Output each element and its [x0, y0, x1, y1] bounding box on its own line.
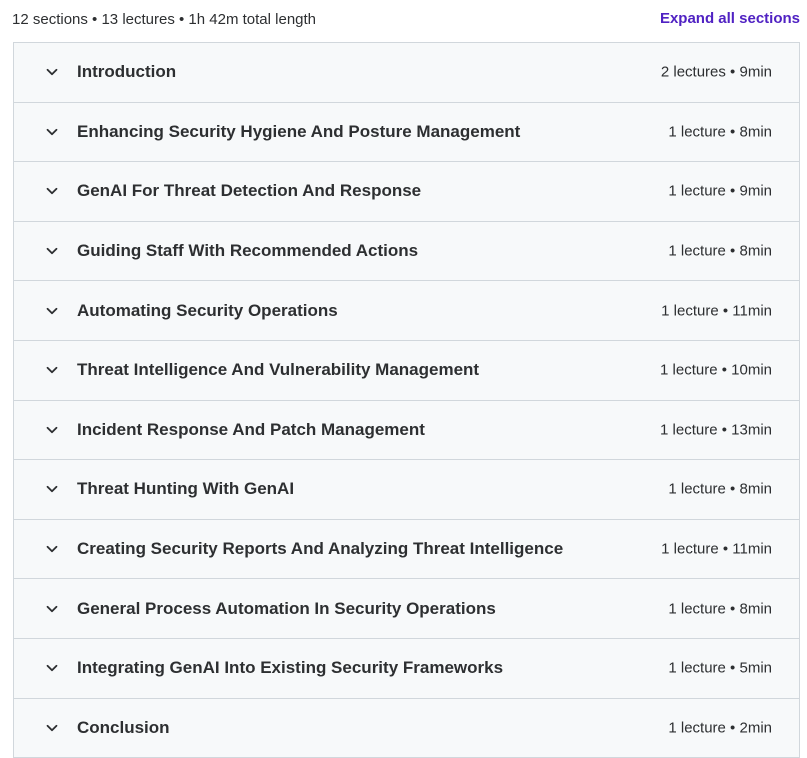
section-meta: 1 lecture • 9min	[668, 182, 772, 200]
chevron-down-icon	[45, 125, 59, 139]
chevron-down-icon	[45, 482, 59, 496]
section-meta: 1 lecture • 11min	[661, 540, 772, 558]
chevron-down-icon	[45, 423, 59, 437]
section-item[interactable]: Threat Hunting With GenAI 1 lecture • 8m…	[14, 460, 799, 520]
chevron-down-icon	[45, 721, 59, 735]
section-meta: 1 lecture • 8min	[668, 600, 772, 618]
curriculum-summary: 12 sections • 13 lectures • 1h 42m total…	[12, 11, 317, 28]
section-item[interactable]: Creating Security Reports And Analyzing …	[14, 519, 799, 580]
section-title: Threat Intelligence And Vulnerability Ma…	[77, 360, 480, 380]
section-meta: 1 lecture • 13min	[660, 421, 772, 439]
chevron-down-icon	[45, 661, 59, 675]
chevron-down-icon	[45, 542, 59, 556]
section-title: Conclusion	[77, 717, 170, 737]
section-title: Automating Security Operations	[77, 300, 338, 320]
section-item[interactable]: GenAI For Threat Detection And Response …	[14, 162, 799, 222]
section-meta: 1 lecture • 8min	[668, 480, 772, 498]
section-title: Creating Security Reports And Analyzing …	[77, 539, 564, 559]
section-title: Guiding Staff With Recommended Actions	[77, 241, 419, 261]
curriculum-header: 12 sections • 13 lectures • 1h 42m total…	[0, 0, 807, 42]
section-title: Integrating GenAI Into Existing Security…	[77, 658, 504, 678]
section-title: GenAI For Threat Detection And Response	[77, 181, 422, 201]
section-meta: 1 lecture • 8min	[668, 123, 772, 141]
chevron-down-icon	[45, 244, 59, 258]
section-item[interactable]: Introduction 2 lectures • 9min	[14, 43, 799, 103]
section-meta: 1 lecture • 10min	[660, 361, 772, 379]
section-meta: 1 lecture • 2min	[668, 719, 772, 737]
section-meta: 2 lectures • 9min	[660, 63, 772, 81]
section-item[interactable]: Integrating GenAI Into Existing Security…	[14, 638, 799, 699]
section-item[interactable]: Conclusion 1 lecture • 2min	[14, 698, 799, 758]
section-meta: 1 lecture • 11min	[661, 302, 772, 320]
section-item[interactable]: Incident Response And Patch Management 1…	[14, 400, 799, 461]
section-title: General Process Automation In Security O…	[77, 598, 496, 618]
chevron-down-icon	[45, 65, 59, 79]
section-item[interactable]: General Process Automation In Security O…	[14, 579, 799, 639]
section-title: Threat Hunting With GenAI	[77, 479, 295, 499]
section-item[interactable]: Enhancing Security Hygiene And Posture M…	[14, 102, 799, 163]
chevron-down-icon	[45, 363, 59, 377]
chevron-down-icon	[45, 304, 59, 318]
section-meta: 1 lecture • 8min	[668, 242, 772, 260]
chevron-down-icon	[45, 602, 59, 616]
section-meta: 1 lecture • 5min	[668, 659, 772, 677]
chevron-down-icon	[45, 184, 59, 198]
section-item[interactable]: Automating Security Operations 1 lecture…	[14, 281, 799, 341]
section-item[interactable]: Guiding Staff With Recommended Actions 1…	[14, 221, 799, 282]
expand-all-sections-button[interactable]: Expand all sections	[660, 10, 800, 27]
section-item[interactable]: Threat Intelligence And Vulnerability Ma…	[14, 340, 799, 401]
section-title: Enhancing Security Hygiene And Posture M…	[77, 121, 521, 141]
section-title: Incident Response And Patch Management	[77, 419, 425, 439]
section-title: Introduction	[77, 62, 177, 82]
section-list: Introduction 2 lectures • 9min Enhancing…	[13, 42, 800, 758]
